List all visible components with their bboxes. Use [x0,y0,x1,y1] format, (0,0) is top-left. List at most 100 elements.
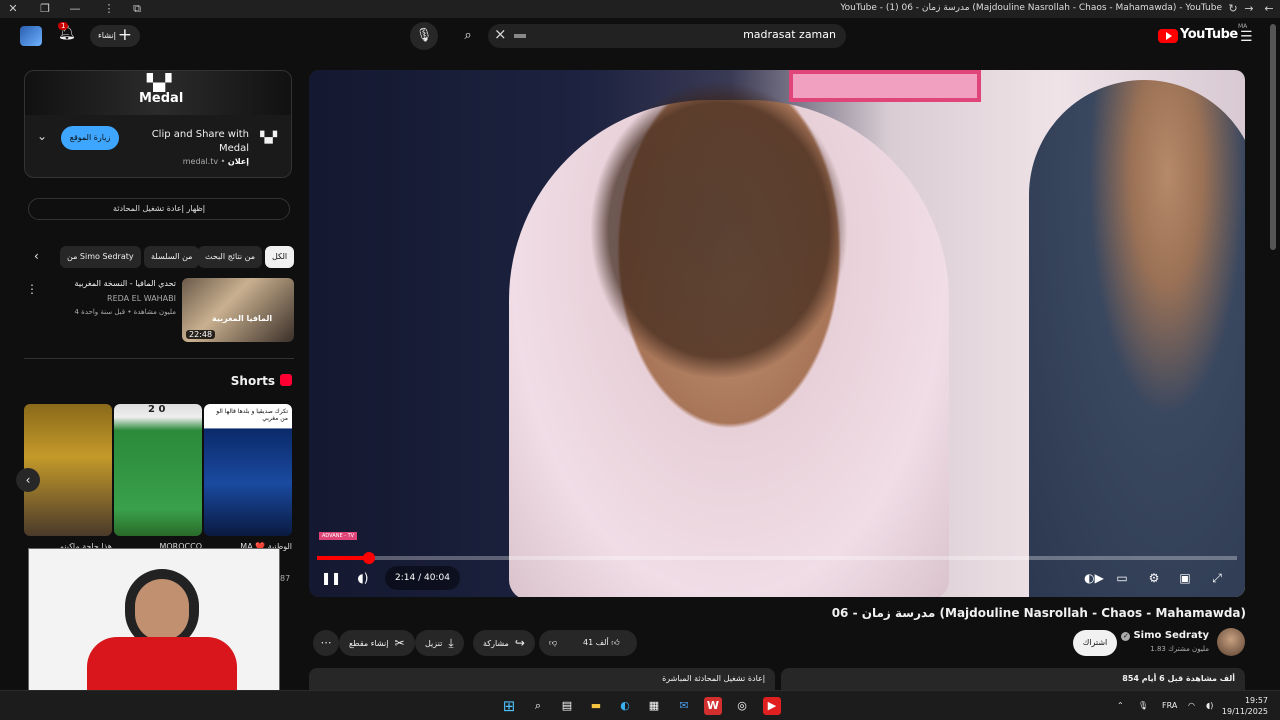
ad-sponsored-label: إعلان [227,157,249,166]
short-overlay-text: تكرك صديقيا و بلدها قالها الو من مغربي [216,408,288,422]
related-chips: ‹ من Simo Sedraty من السلسلة من نتائج ال… [24,246,295,268]
edge-icon[interactable]: ◐ [616,697,634,715]
task-view-icon[interactable]: ▤ [558,697,576,715]
chip-from-channel[interactable]: من Simo Sedraty [60,246,141,268]
plus-icon: + [117,25,132,45]
wps-office-icon[interactable]: W [704,697,722,715]
windows-start-icon[interactable]: ⊞ [500,697,518,715]
description-box[interactable]: 854 ألف مشاهدة قبل 6 أيام [781,668,1245,690]
short-card[interactable]: 2 0 [114,404,202,536]
pause-icon[interactable]: ❚❚ [321,568,341,588]
short-card[interactable] [24,404,112,536]
related-video-item[interactable]: المافيا المغربية 22:48 تحدي المافيا - ال… [24,278,294,342]
like-count: 41 ألف [583,638,609,647]
divider [24,358,294,359]
theater-mode-icon[interactable]: ▣ [1175,568,1195,588]
channel-avatar[interactable] [1217,628,1245,656]
thumbs-up-icon: 👍︎ [611,638,620,647]
search-icon: ⌕ [464,28,472,43]
ad-title-line2: Medal [218,143,249,154]
chevron-left-icon[interactable]: ‹ [34,249,39,263]
more-vertical-icon[interactable]: ⋮ [102,2,116,16]
account-avatar[interactable] [20,26,42,46]
forward-icon[interactable]: → [1242,2,1256,16]
video-frame-sign [789,70,981,102]
ad-title-line1: Clip and Share with [151,129,249,140]
clear-search-icon[interactable]: × [494,25,507,43]
download-button[interactable]: تنزيل ⤓ [415,630,464,656]
chrome-icon[interactable]: ◎ [733,697,751,715]
page-scrollbar[interactable] [1270,24,1276,250]
keyboard-icon[interactable] [514,34,526,38]
chip-from-search[interactable]: من نتائج البحث [198,246,263,268]
short-side-count: 87 [280,574,291,583]
search-input[interactable]: × madrasat zaman [488,24,846,48]
reload-icon[interactable]: ↻ [1226,2,1240,16]
share-label: مشاركة [483,639,509,648]
settings-icon[interactable]: ⚙ [1144,568,1164,588]
clock-time: 19:57 [1244,696,1268,705]
store-icon[interactable]: ▦ [645,697,663,715]
tray-chevron-icon[interactable]: ⌃ [1117,701,1124,710]
ad-title: Clip and Share with Medal [152,128,249,156]
channel-name[interactable]: ✓ Simo Sedraty [1121,630,1209,641]
progress-bar[interactable] [317,552,1237,564]
ad-domain: medal.tv [182,157,219,166]
extensions-icon[interactable]: ⧉ [130,2,144,16]
microphone-tray-icon[interactable]: 🎙︎ [1138,701,1148,710]
short-score: 2 0 [148,404,166,415]
video-title[interactable]: تحدي المافيا - النسخة المغربية [75,279,176,288]
show-chat-replay-button[interactable]: إظهار إعادة تشغيل المحادثة [28,198,290,220]
video-player[interactable]: ADVANE - TV ❚❚ ◖) 2:14 / 40:04 ◐▶ ▭ ⚙ ▣ … [309,70,1245,597]
short-card[interactable]: تكرك صديقيا و بلدها قالها الو من مغربي [204,404,292,536]
download-label: تنزيل [425,639,443,648]
restore-icon[interactable]: ❐ [38,2,52,16]
clip-button[interactable]: إنشاء مقطع ✂ [339,630,415,656]
youtube-wordmark: YouTube [1180,27,1238,42]
mail-icon[interactable]: ✉ [675,697,693,715]
shorts-icon [280,374,292,386]
language-indicator[interactable]: FRA [1162,701,1177,710]
more-actions-icon[interactable]: ⋮ [26,282,38,296]
close-icon[interactable]: ✕ [6,2,20,16]
menu-icon[interactable]: ☰ [1240,29,1253,45]
chip-all[interactable]: الكل [265,246,295,268]
video-actions-row: ⋯ إنشاء مقطع ✂ تنزيل ⤓ مشاركة ↪ 👎︎ 41 ألف 👍… [309,628,1245,658]
progress-knob[interactable] [362,552,375,564]
subscribe-button[interactable]: اشتراك [1073,630,1117,656]
like-button[interactable]: 41 ألف 👍︎ [583,630,620,656]
file-explorer-icon[interactable]: ▬ [587,697,605,715]
system-clock[interactable]: 19:57 19/11/2025 [1222,695,1268,717]
fullscreen-icon[interactable]: ⤢ [1207,568,1227,588]
voice-search-button[interactable]: 🎙︎ [410,22,438,50]
autoplay-toggle[interactable]: ◐▶ [1081,568,1107,588]
webcam-shirt [87,637,237,691]
more-actions-icon[interactable]: ⋯ [313,630,339,656]
notifications-button[interactable]: 🔔︎ 1 [58,22,76,41]
wifi-icon[interactable]: ◠ [1188,701,1195,710]
video-channel[interactable]: REDA EL WAHABI [107,294,176,303]
volume-icon[interactable]: ◖) [353,568,373,588]
chevron-down-icon[interactable]: ⌄ [37,129,47,143]
share-button[interactable]: مشاركة ↪ [473,630,535,656]
thumbs-down-icon: 👎︎ [549,638,558,647]
time-display: 2:14 / 40:04 [385,566,460,590]
back-icon[interactable]: ← [1262,2,1276,16]
create-button[interactable]: إنشاء + [90,25,140,47]
search-icon[interactable]: ⌕ [529,697,547,715]
total-duration: 40:04 [423,573,450,583]
video-thumbnail[interactable]: المافيا المغربية 22:48 [182,278,294,342]
volume-tray-icon[interactable]: ◖) [1206,701,1213,710]
minimize-icon[interactable]: — [68,2,82,16]
visit-site-button[interactable]: زيارة الموقع [61,126,119,150]
chip-from-series[interactable]: من السلسلة [144,246,200,268]
dislike-button[interactable]: 👎︎ [549,630,557,656]
window-title: YouTube - (1) 06 - مدرسة زمان (Majdoulin… [840,3,1222,13]
youtube-app-icon[interactable]: ▶ [763,697,781,715]
create-label: إنشاء [98,31,116,40]
live-chat-replay-box[interactable]: إعادة تشغيل المحادثة المباشرة [309,668,775,690]
shorts-prev-button[interactable]: ‹ [16,468,40,492]
ad-card[interactable]: ▚▞ Medal Clip and Share with Medal medal… [24,70,292,178]
subtitles-icon[interactable]: ▭ [1112,568,1132,588]
search-button[interactable]: ⌕ [454,22,482,50]
